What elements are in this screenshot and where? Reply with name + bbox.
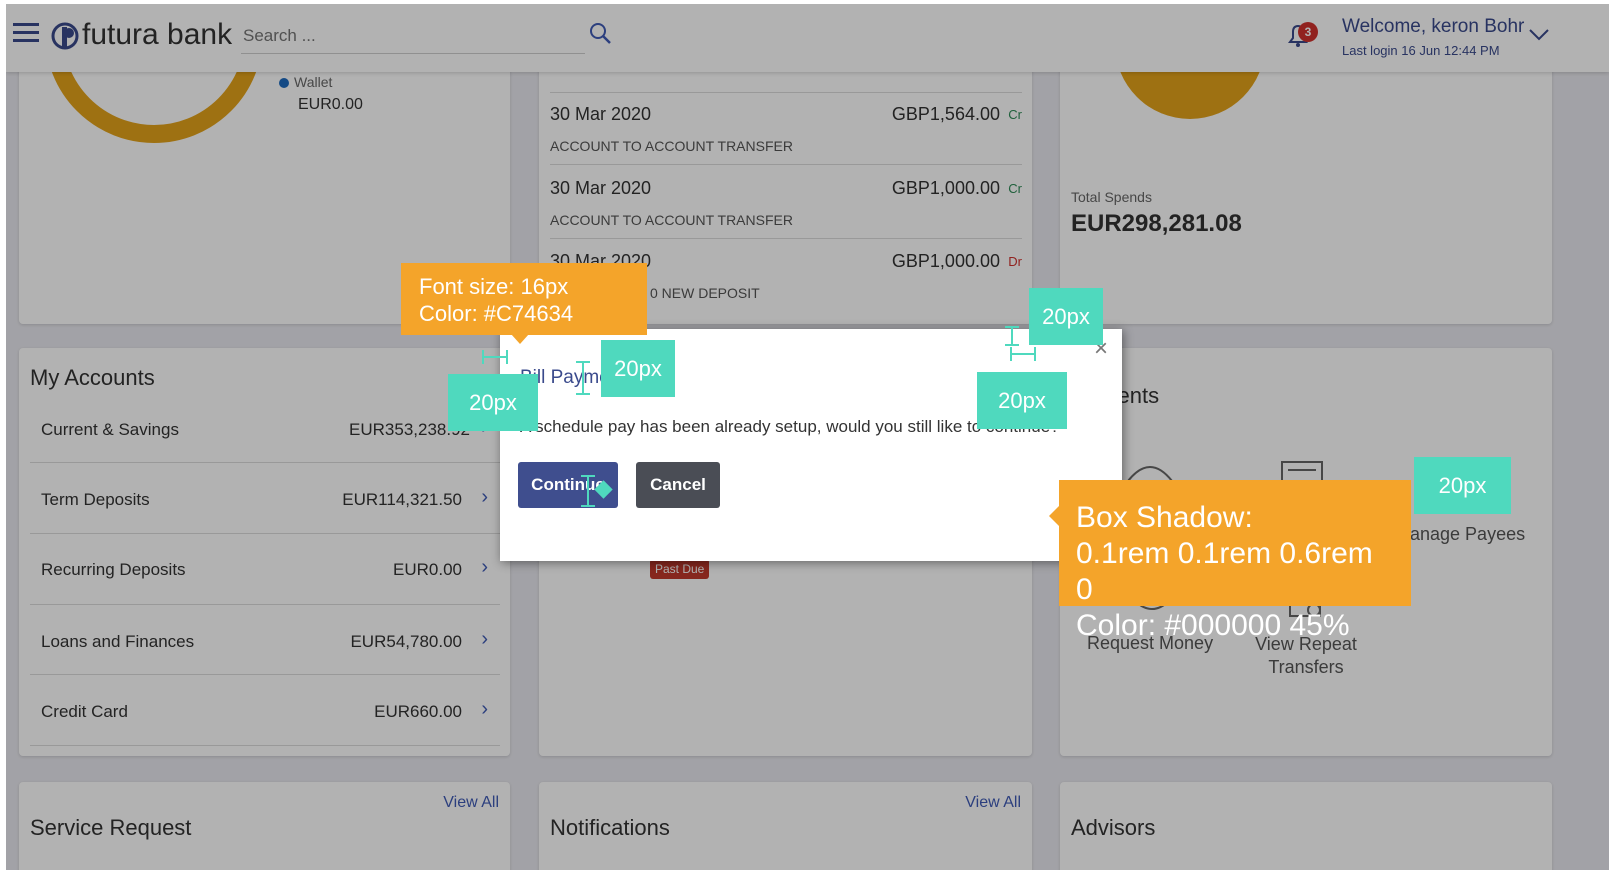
shadow-callout-line3: Color: #000000 45%	[1076, 609, 1350, 642]
spacing-label: 20px	[601, 340, 675, 397]
cancel-button[interactable]: Cancel	[636, 462, 720, 508]
app-window: Wallet EUR0.00 30 Mar 2020 GBP1,564.00 C…	[6, 4, 1609, 870]
font-size-callout: Font size: 16px Color: #C74634	[401, 263, 647, 335]
callout-pointer	[1049, 506, 1059, 526]
callout-pointer	[511, 334, 529, 344]
box-shadow-callout: Box Shadow: 0.1rem 0.1rem 0.6rem 0 Color…	[1059, 480, 1411, 642]
measure-marker	[1005, 344, 1019, 346]
measure-marker	[1011, 326, 1013, 346]
shadow-callout-line1: Box Shadow:	[1076, 501, 1253, 534]
measure-marker	[482, 350, 484, 364]
spacing-label: 20px	[1029, 288, 1103, 345]
measure-marker	[1010, 353, 1036, 355]
measure-marker	[582, 361, 584, 395]
measure-marker	[576, 361, 590, 363]
spacing-label: 20px	[1414, 457, 1511, 514]
measure-marker	[587, 475, 589, 507]
measure-marker	[1005, 326, 1019, 328]
shadow-callout-line2: 0.1rem 0.1rem 0.6rem 0	[1076, 537, 1373, 606]
spacing-label: 20px	[448, 374, 538, 431]
font-callout-line2: Color: #C74634	[419, 301, 574, 326]
bill-payment-dialog: Bill Payme × A schedule pay has been alr…	[500, 329, 1122, 561]
measure-marker	[1034, 347, 1036, 361]
measure-marker	[581, 475, 595, 477]
measure-marker	[482, 356, 508, 358]
measure-marker	[576, 393, 590, 395]
font-callout-line1: Font size: 16px	[419, 274, 569, 299]
measure-marker	[1010, 347, 1012, 361]
measure-marker	[581, 505, 595, 507]
spacing-label: 20px	[977, 372, 1067, 429]
measure-marker	[506, 350, 508, 364]
